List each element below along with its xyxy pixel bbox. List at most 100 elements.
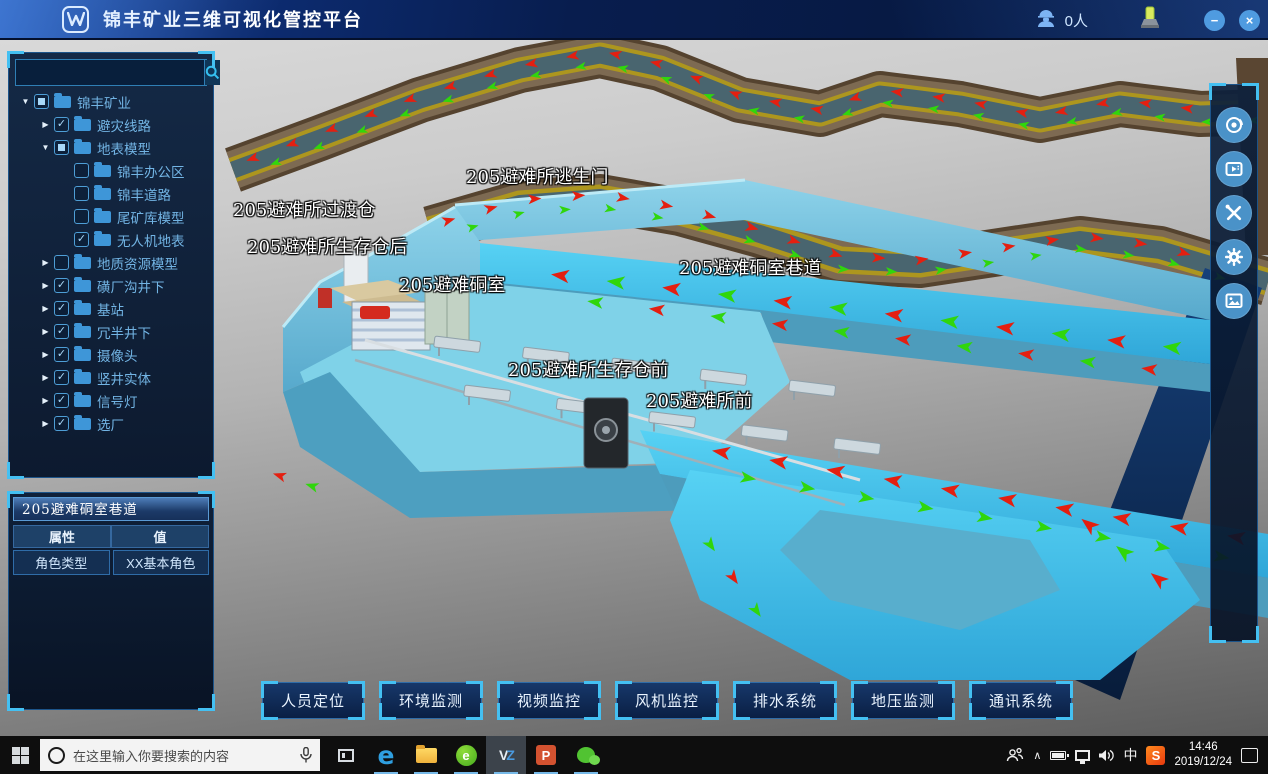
layer-checkbox[interactable]: [34, 94, 49, 109]
tree-item[interactable]: ▶ 选厂: [9, 412, 213, 435]
powerpoint-taskbar-button[interactable]: P: [526, 736, 566, 774]
column-attribute: 属性: [13, 525, 111, 548]
tree-item[interactable]: ▶ 竖井实体: [9, 366, 213, 389]
tree-item[interactable]: ▶冗半井下: [9, 320, 213, 343]
volume-icon[interactable]: [1099, 749, 1114, 762]
tree-item-label: 无人机地表: [117, 230, 185, 250]
tree-item-label: 选厂: [97, 414, 124, 434]
layer-checkbox[interactable]: [54, 347, 69, 362]
tree-item[interactable]: ▶基站: [9, 297, 213, 320]
taskbar-clock[interactable]: 14:46 2019/12/24: [1174, 740, 1232, 770]
tools-button[interactable]: [1216, 195, 1252, 231]
task-view-icon: [338, 749, 354, 762]
layer-checkbox[interactable]: [54, 140, 69, 155]
layer-checkbox[interactable]: [74, 186, 89, 201]
expander-icon[interactable]: ▶: [39, 120, 52, 129]
menu-button[interactable]: 风机监控: [616, 682, 718, 719]
tree-item[interactable]: 锦丰办公区: [9, 159, 213, 182]
expander-icon[interactable]: ▶: [39, 304, 52, 313]
start-button[interactable]: [0, 736, 40, 774]
browser-green-taskbar-button[interactable]: e: [446, 736, 486, 774]
search-button[interactable]: [204, 60, 220, 85]
page-title: 锦丰矿业三维可视化管控平台: [103, 6, 363, 32]
menu-button[interactable]: 环境监测: [380, 682, 482, 719]
scene-label: 205避难所过渡仓: [233, 196, 375, 222]
ime-indicator[interactable]: 中: [1123, 745, 1137, 765]
expander-icon[interactable]: ▶: [39, 350, 52, 359]
file-explorer-taskbar-button[interactable]: [406, 736, 446, 774]
layer-checkbox[interactable]: [54, 324, 69, 339]
taskbar-time: 14:46: [1174, 740, 1232, 755]
folder-icon: [74, 372, 91, 384]
menu-button[interactable]: 通讯系统: [970, 682, 1072, 719]
close-button[interactable]: ×: [1239, 10, 1260, 31]
expander-icon[interactable]: ▼: [39, 143, 52, 152]
scene-label: 205避难硐室: [399, 271, 505, 297]
minimize-button[interactable]: −: [1204, 10, 1225, 31]
hidden-icons-chevron[interactable]: ∧: [1033, 749, 1041, 762]
expander-icon[interactable]: ▶: [39, 373, 52, 382]
miner-lamp-icon[interactable]: [1138, 5, 1162, 36]
windows-taskbar: 在这里输入你要搜索的内容 e e VZ P ∧ 中 S 14:46 2019/12/2…: [0, 736, 1268, 774]
expander-icon[interactable]: ▼: [19, 97, 32, 106]
layer-checkbox[interactable]: [74, 163, 89, 178]
tree-item[interactable]: 尾矿库模型: [9, 205, 213, 228]
scene-label: 205避难所逃生门: [466, 163, 608, 189]
tree-item[interactable]: ▶避灾线路: [9, 113, 213, 136]
folder-icon: [74, 395, 91, 407]
video-button[interactable]: [1216, 151, 1252, 187]
battery-icon[interactable]: [1050, 751, 1066, 760]
vz-viewer-taskbar-button[interactable]: VZ: [486, 736, 526, 774]
layer-checkbox[interactable]: [74, 209, 89, 224]
tree-item[interactable]: ▶地质资源模型: [9, 251, 213, 274]
tree-item[interactable]: ▼锦丰矿业: [9, 90, 213, 113]
layer-checkbox[interactable]: [54, 117, 69, 132]
edge-icon: e: [378, 743, 395, 768]
property-value: XX基本角色: [113, 550, 210, 575]
compass-button[interactable]: [1216, 107, 1252, 143]
expander-icon[interactable]: ▶: [39, 258, 52, 267]
layer-search-input[interactable]: [16, 60, 204, 85]
edge-taskbar-button[interactable]: e: [366, 736, 406, 774]
tree-item[interactable]: ▼地表模型: [9, 136, 213, 159]
layer-checkbox[interactable]: [54, 370, 69, 385]
microphone-icon[interactable]: [300, 747, 312, 764]
wechat-taskbar-button[interactable]: [566, 736, 606, 774]
expander-icon[interactable]: ▶: [39, 327, 52, 336]
task-view-button[interactable]: [326, 736, 366, 774]
network-icon[interactable]: [1075, 750, 1090, 761]
expander-icon[interactable]: ▶: [39, 396, 52, 405]
tree-item[interactable]: ▶摄像头: [9, 343, 213, 366]
column-value: 值: [111, 525, 209, 548]
3d-viewport[interactable]: 205避难所逃生门205避难所过渡仓205避难所生存仓后205避难硐室205避难…: [0, 40, 1268, 736]
image-button[interactable]: [1216, 283, 1252, 319]
menu-button[interactable]: 地压监测: [852, 682, 954, 719]
scene-label: 205避难硐室巷道: [679, 254, 821, 280]
menu-button[interactable]: 人员定位: [262, 682, 364, 719]
tree-item[interactable]: ▶磺厂沟井下: [9, 274, 213, 297]
folder-icon: [74, 349, 91, 361]
layer-checkbox[interactable]: [54, 393, 69, 408]
tree-item[interactable]: ▶信号灯: [9, 389, 213, 412]
expander-icon[interactable]: ▶: [39, 281, 52, 290]
menu-button[interactable]: 视频监控: [498, 682, 600, 719]
menu-button[interactable]: 排水系统: [734, 682, 836, 719]
tree-item[interactable]: 无人机地表: [9, 228, 213, 251]
taskbar-search-box[interactable]: 在这里输入你要搜索的内容: [40, 739, 320, 771]
people-icon[interactable]: [1006, 747, 1024, 763]
layer-checkbox[interactable]: [54, 255, 69, 270]
layer-checkbox[interactable]: [54, 278, 69, 293]
tree-item[interactable]: 锦丰道路: [9, 182, 213, 205]
folder-icon: [94, 188, 111, 200]
vz-app-icon: VZ: [499, 747, 513, 763]
layer-checkbox[interactable]: [54, 416, 69, 431]
layer-checkbox[interactable]: [74, 232, 89, 247]
action-center-icon[interactable]: [1241, 748, 1258, 763]
expander-icon[interactable]: ▶: [39, 419, 52, 428]
powerpoint-icon: P: [536, 745, 556, 765]
sogou-icon[interactable]: S: [1146, 746, 1165, 765]
person-count: 0人: [1065, 10, 1088, 31]
tree-item-label: 竖井实体: [97, 368, 151, 388]
gear-button[interactable]: [1216, 239, 1252, 275]
layer-checkbox[interactable]: [54, 301, 69, 316]
